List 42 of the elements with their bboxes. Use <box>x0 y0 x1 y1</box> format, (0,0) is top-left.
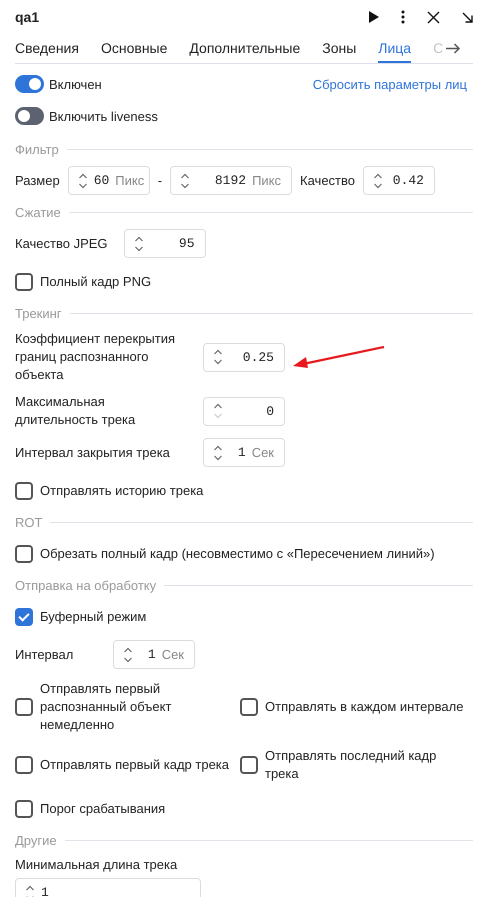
number-field[interactable]: 1 Сек <box>113 640 195 669</box>
number-field[interactable]: 1 <box>15 878 201 897</box>
tab[interactable]: Лица <box>378 34 412 63</box>
field-label: Качество JPEG <box>15 234 108 252</box>
tab[interactable]: Дополнительные <box>189 34 300 63</box>
field-label: Качество <box>300 173 355 188</box>
checkbox-label: Отправлять первый кадр трека <box>40 756 230 774</box>
tab[interactable]: Зоны <box>322 34 356 63</box>
field-label: Максимальная длительность трека <box>15 393 136 429</box>
field-label: Размер <box>15 173 60 188</box>
section-title: ROT <box>15 514 42 530</box>
checkbox-label: Порог срабатывания <box>40 800 166 818</box>
number-field[interactable]: 0.25 <box>203 342 285 372</box>
tab[interactable]: Основные <box>100 34 168 63</box>
reset-link[interactable]: Сбросить параметры лиц <box>312 76 467 92</box>
field-label: Интервал закрытия трека <box>15 444 171 462</box>
number-field[interactable]: 95 <box>124 229 206 258</box>
toggle-label: Включен <box>49 76 102 92</box>
section-title: Другие <box>15 832 57 848</box>
tab[interactable]: Сведения <box>15 34 79 63</box>
number-field[interactable]: 0 <box>203 396 285 426</box>
checkbox-label: Отправлять в каждом интервале <box>265 698 464 716</box>
checkbox-label: Буферный режим <box>40 608 146 626</box>
field-label: Коэффициент перекрытия границ распознанного объекта <box>15 330 176 384</box>
number-field[interactable]: 1 Сек <box>203 438 285 467</box>
field-label: Минимальная длина трека <box>15 857 178 872</box>
number-field[interactable]: 60 Пикс <box>68 166 150 195</box>
section-title: Фильтр <box>15 142 59 156</box>
number-field[interactable]: 8192 Пикс <box>170 166 292 195</box>
section-title: Сжатие <box>15 204 61 220</box>
field-label: Интервал <box>15 646 74 664</box>
section-title: Трекинг <box>15 306 62 320</box>
checkbox-label: Отправлять историю трека <box>40 482 204 500</box>
number-field[interactable]: 0.42 <box>363 166 435 195</box>
field-label: - <box>158 173 162 188</box>
toggle-label: Включить liveness <box>49 108 158 124</box>
checkbox-label: Обрезать полный кадр (несовместимо с «Пересечением линий») <box>40 544 435 562</box>
checkbox-label: Полный кадр PNG <box>40 272 152 290</box>
checkbox-label: Отправлять первый распознанный объект немедленно <box>40 680 172 734</box>
window-title: qa1 <box>15 9 40 25</box>
checkbox-label: Отправлять последний кадр трека <box>265 747 438 783</box>
section-title: Отправка на обработку <box>15 578 156 592</box>
